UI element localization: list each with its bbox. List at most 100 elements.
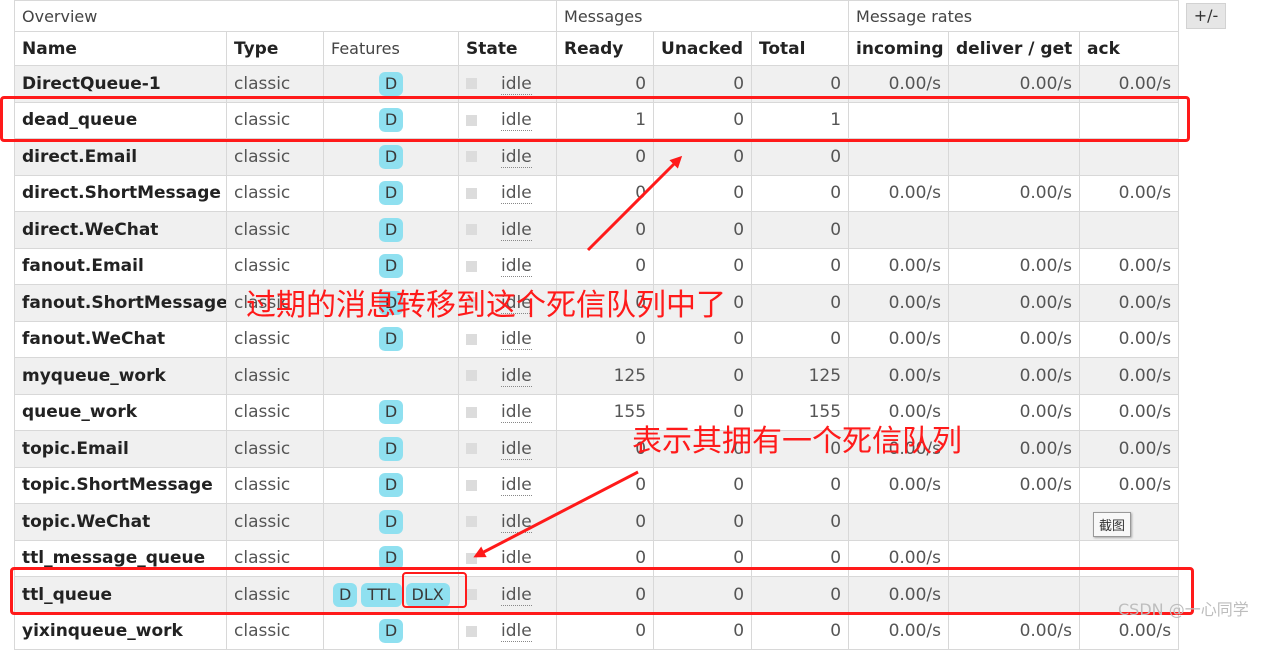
cell-total: 0 bbox=[751, 612, 850, 650]
cell-ack bbox=[1079, 138, 1180, 176]
cell-incoming: 0.00/s bbox=[848, 174, 950, 212]
cell-incoming: 0.00/s bbox=[848, 357, 950, 395]
queue-name-link[interactable]: fanout.Email bbox=[14, 247, 227, 285]
state-text: idle bbox=[501, 511, 532, 533]
cell-total: 0 bbox=[751, 138, 850, 176]
cell-unacked: 0 bbox=[653, 503, 753, 541]
queue-name-link[interactable]: queue_work bbox=[14, 393, 227, 431]
cell-ready: 125 bbox=[556, 357, 655, 395]
cell-ready: 0 bbox=[556, 612, 655, 650]
queue-type: classic bbox=[226, 138, 324, 176]
cell-ack: 0.00/s bbox=[1079, 357, 1180, 395]
feature-tag-d: D bbox=[378, 71, 404, 96]
queue-type: classic bbox=[226, 503, 324, 541]
cell-ready: 0 bbox=[556, 503, 655, 541]
dead-queue-highlight bbox=[0, 96, 1190, 142]
cell-incoming: 0.00/s bbox=[848, 320, 950, 358]
queue-type: classic bbox=[226, 174, 324, 212]
state-indicator-icon bbox=[466, 370, 477, 382]
col-features: Features bbox=[323, 31, 459, 66]
cell-total: 0 bbox=[751, 320, 850, 358]
queue-name-link[interactable]: direct.WeChat bbox=[14, 211, 227, 249]
col-deliver-get[interactable]: deliver / get bbox=[948, 31, 1081, 66]
cell-deliver-get bbox=[948, 211, 1081, 249]
queue-name-link[interactable]: yixinqueue_work bbox=[14, 612, 227, 650]
col-ack[interactable]: ack bbox=[1079, 31, 1180, 66]
col-ready[interactable]: Ready bbox=[556, 31, 655, 66]
queue-name-link[interactable]: topic.Email bbox=[14, 430, 227, 468]
cell-incoming: 0.00/s bbox=[848, 612, 950, 650]
queue-name-link[interactable]: topic.WeChat bbox=[14, 503, 227, 541]
cell-deliver-get: 0.00/s bbox=[948, 320, 1081, 358]
table-row: direct.Email classic Didle 0 0 0 bbox=[14, 138, 1180, 176]
feature-tag-d: D bbox=[378, 509, 404, 534]
queue-features: D bbox=[323, 320, 459, 358]
state-indicator-icon bbox=[466, 443, 477, 455]
state-indicator-icon bbox=[466, 151, 477, 163]
feature-tag-d: D bbox=[378, 436, 404, 461]
columns-toggle-button[interactable]: +/- bbox=[1186, 3, 1226, 29]
feature-tag-d: D bbox=[378, 619, 404, 644]
queue-name-link[interactable]: topic.ShortMessage bbox=[14, 466, 227, 504]
col-state[interactable]: State bbox=[457, 31, 558, 66]
state-indicator-icon bbox=[466, 78, 477, 90]
feature-tag-d: D bbox=[378, 217, 404, 242]
cell-ready: 0 bbox=[556, 211, 655, 249]
queue-name-link[interactable]: direct.Email bbox=[14, 138, 227, 176]
cell-ack bbox=[1079, 211, 1180, 249]
cell-total: 125 bbox=[751, 357, 850, 395]
queue-state: idle bbox=[457, 430, 558, 468]
queue-type: classic bbox=[226, 393, 324, 431]
queue-name-link[interactable]: direct.ShortMessage bbox=[14, 174, 227, 212]
cell-deliver-get: 0.00/s bbox=[948, 393, 1081, 431]
cell-incoming: 0.00/s bbox=[848, 284, 950, 322]
queue-features: D bbox=[323, 138, 459, 176]
table-row: fanout.WeChat classic Didle 0 0 0 0.00/s 0.00/s… bbox=[14, 320, 1180, 358]
col-total[interactable]: Total bbox=[751, 31, 850, 66]
state-indicator-icon bbox=[466, 187, 477, 199]
cell-incoming bbox=[848, 138, 950, 176]
state-text: idle bbox=[501, 146, 532, 168]
cell-unacked: 0 bbox=[653, 612, 753, 650]
cell-deliver-get: 0.00/s bbox=[948, 612, 1081, 650]
queue-state: idle bbox=[457, 174, 558, 212]
queue-type: classic bbox=[226, 357, 324, 395]
queue-name-link[interactable]: fanout.WeChat bbox=[14, 320, 227, 358]
state-indicator-icon bbox=[466, 260, 477, 272]
state-indicator-icon bbox=[466, 625, 477, 637]
cell-deliver-get bbox=[948, 503, 1081, 541]
cell-deliver-get: 0.00/s bbox=[948, 357, 1081, 395]
col-type[interactable]: Type bbox=[226, 31, 324, 66]
queue-state: idle bbox=[457, 357, 558, 395]
feature-tag-d: D bbox=[378, 327, 404, 352]
cell-total: 0 bbox=[751, 174, 850, 212]
cell-ready: 0 bbox=[556, 174, 655, 212]
state-indicator-icon bbox=[466, 479, 477, 491]
col-name[interactable]: Name bbox=[14, 31, 227, 66]
state-text: idle bbox=[501, 365, 532, 387]
state-indicator-icon bbox=[466, 552, 477, 564]
state-text: idle bbox=[501, 183, 532, 205]
group-overview: Overview bbox=[13, 0, 558, 32]
annotation-dead-queue: 过期的消息转移到这个死信队列中了 bbox=[246, 288, 726, 323]
queue-state: idle bbox=[457, 211, 558, 249]
state-indicator-icon bbox=[466, 224, 477, 236]
ttl-queue-highlight bbox=[10, 567, 1194, 615]
queue-type: classic bbox=[226, 612, 324, 650]
queue-state: idle bbox=[457, 138, 558, 176]
feature-tag-d: D bbox=[378, 400, 404, 425]
queue-features: D bbox=[323, 466, 459, 504]
cell-total: 0 bbox=[751, 211, 850, 249]
cell-ready: 0 bbox=[556, 466, 655, 504]
cell-total: 0 bbox=[751, 247, 850, 285]
table-row: direct.ShortMessage classic Didle 0 0 0 0.00/s… bbox=[14, 174, 1180, 212]
state-text: idle bbox=[501, 402, 532, 424]
cell-ready: 0 bbox=[556, 138, 655, 176]
cell-unacked: 0 bbox=[653, 357, 753, 395]
queue-name-link[interactable]: fanout.ShortMessage bbox=[14, 284, 227, 322]
col-unacked[interactable]: Unacked bbox=[653, 31, 753, 66]
cell-unacked: 0 bbox=[653, 138, 753, 176]
col-incoming[interactable]: incoming bbox=[848, 31, 950, 66]
queue-name-link[interactable]: myqueue_work bbox=[14, 357, 227, 395]
cell-deliver-get: 0.00/s bbox=[948, 247, 1081, 285]
